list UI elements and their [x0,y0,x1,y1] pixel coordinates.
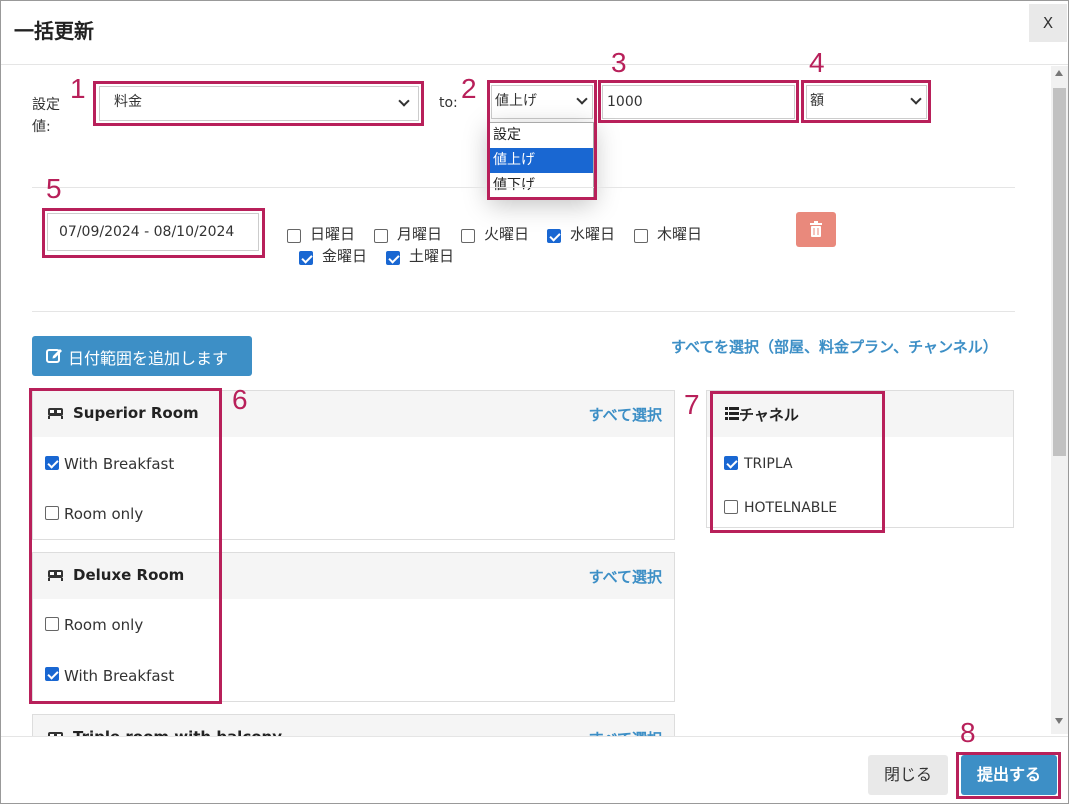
annotation-number-4: 4 [809,47,825,78]
weekday-checkbox-tue[interactable] [461,229,475,243]
weekday-label-sun: 日曜日 [310,225,356,243]
close-icon[interactable]: X [1029,4,1067,42]
weekday-checkbox-thu[interactable] [634,229,648,243]
room-select-all-link[interactable]: すべて選択 [589,728,662,736]
scroll-thumb[interactable] [1053,88,1066,456]
weekday-checkbox-sat[interactable] [386,251,400,265]
weekday-checkbox-mon[interactable] [374,229,388,243]
annotation-box-3 [598,80,799,123]
weekday-label-thu: 木曜日 [657,225,703,243]
room-panel-triple: Triple room with balcony すべて選択 [32,714,675,736]
weekday-checkbox-fri[interactable] [299,251,313,265]
weekday-checkbox-sun[interactable] [287,229,301,243]
scroll-up-icon[interactable] [1055,70,1063,76]
weekday-checkbox-wed[interactable] [547,229,561,243]
weekday-label-sat: 土曜日 [409,247,455,265]
scroll-down-icon[interactable] [1055,718,1063,724]
annotation-box-5 [42,208,265,258]
annotation-box-1 [93,81,424,126]
annotation-number-8: 8 [960,717,976,748]
annotation-number-2: 2 [461,73,477,104]
annotation-box-4 [801,80,931,123]
scrollbar[interactable] [1051,66,1068,734]
weekday-label-tue: 火曜日 [484,225,530,243]
close-button[interactable]: 閉じる [868,755,948,795]
annotation-box-8 [956,752,1061,799]
annotation-box-2 [487,80,597,200]
select-all-link[interactable]: すべてを選択（部屋、料金プラン、チャンネル） [671,336,998,357]
add-date-range-button[interactable]: 日付範囲を追加します [32,336,252,376]
room-name: Triple room with balcony [73,728,282,736]
annotation-number-6: 6 [232,384,248,415]
setting-label: 設定値: [32,97,60,135]
room-select-all-link[interactable]: すべて選択 [589,566,662,587]
add-date-range-label: 日付範囲を追加します [68,349,229,368]
annotation-number-1: 1 [70,73,86,104]
annotation-box-6 [29,388,222,704]
modal-header: 一括更新 X [1,1,1068,65]
bulk-update-modal: 一括更新 X 設定値: 料金 to: 値上げ 1000 額 設定 値上げ 値下げ… [0,0,1069,804]
edit-icon [46,349,62,363]
trash-icon [810,221,822,237]
to-label: to: [439,95,458,111]
annotation-number-5: 5 [46,173,62,204]
annotation-box-7 [710,391,885,533]
delete-range-button[interactable] [796,212,836,247]
room-select-all-link[interactable]: すべて選択 [589,404,662,425]
weekday-label-wed: 水曜日 [570,225,616,243]
modal-title: 一括更新 [14,19,94,43]
room-panel-header: Triple room with balcony すべて選択 [33,715,674,736]
annotation-number-3: 3 [611,47,627,78]
weekday-label-mon: 月曜日 [397,225,443,243]
annotation-number-7: 7 [684,389,700,420]
weekday-label-fri: 金曜日 [322,247,368,265]
divider [32,311,1015,312]
